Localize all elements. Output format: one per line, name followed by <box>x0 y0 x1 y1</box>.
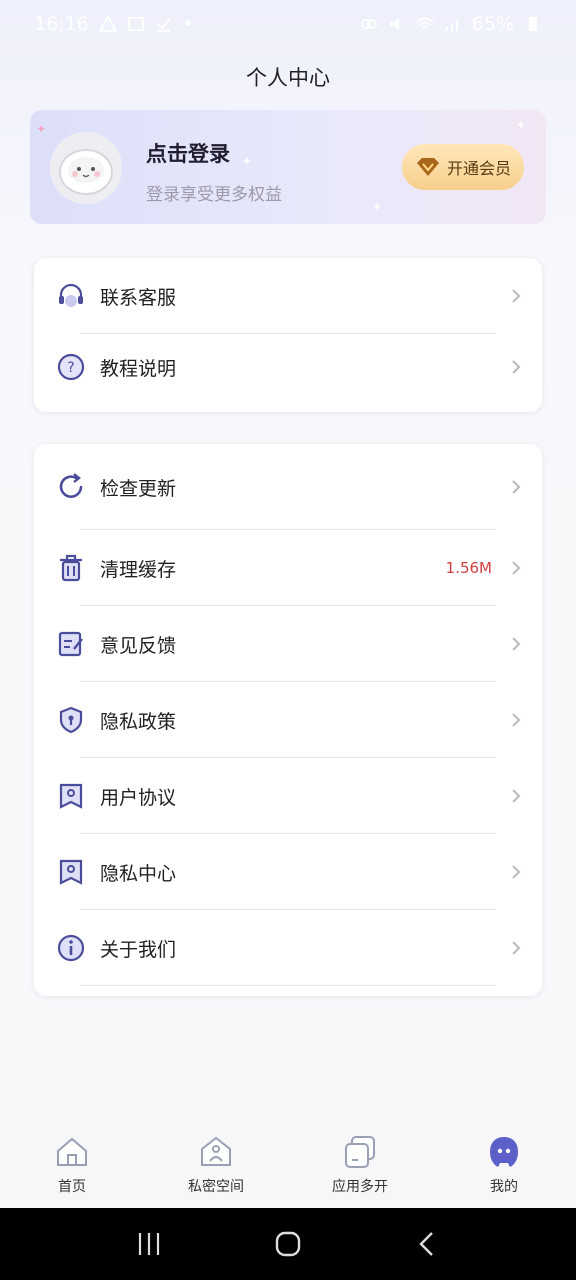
cache-size-value: 1.56M <box>445 559 492 577</box>
login-subtitle: 登录享受更多权益 <box>146 185 282 205</box>
bookmark-icon <box>59 783 83 809</box>
login-title[interactable]: 点击登录 <box>146 138 230 168</box>
chevron-right-icon <box>512 360 521 374</box>
mute-icon <box>389 18 399 30</box>
trash-icon <box>60 554 82 582</box>
avatar[interactable] <box>50 132 122 204</box>
sparkle-icon: ✦ <box>516 118 527 132</box>
status-bar: 16:16 • 65% <box>0 0 576 48</box>
download-done-icon <box>157 18 171 32</box>
support-menu-card: 联系客服 ? 教程说明 <box>34 258 542 412</box>
bottom-nav: 首页 私密空间 应用多开 我的 <box>0 1124 576 1208</box>
warning-icon <box>98 15 117 32</box>
nav-home[interactable]: 首页 <box>0 1124 144 1208</box>
menu-item-contact-support[interactable]: 联系客服 <box>34 258 542 334</box>
profile-card[interactable]: ✦ ✦ ✦ ✦ 点击登录 登录享受更多权益 开通会员 <box>30 110 546 224</box>
astronaut-avatar-icon <box>50 132 122 204</box>
chevron-right-icon <box>512 865 521 879</box>
chevron-right-icon <box>512 941 521 955</box>
refresh-icon <box>59 473 83 498</box>
wifi-icon <box>416 17 434 29</box>
private-space-icon <box>201 1136 231 1166</box>
menu-item-check-update[interactable]: 检查更新 <box>34 444 542 530</box>
headset-icon <box>59 283 83 307</box>
info-icon <box>57 934 85 962</box>
menu-item-label: 隐私政策 <box>100 710 177 733</box>
signal-icon <box>445 20 458 31</box>
chevron-right-icon <box>512 480 521 494</box>
notification-dot-icon: • <box>182 13 194 35</box>
bookmark-icon <box>59 859 83 885</box>
nav-label: 私密空间 <box>188 1179 244 1195</box>
settings-menu-card: 检查更新 清理缓存 1.56M 意见反馈 隐私政策 用户协议 隐私中心 关于我们 <box>34 444 542 996</box>
diamond-vip-icon <box>416 158 439 176</box>
nav-label: 我的 <box>490 1179 518 1195</box>
profile-icon <box>490 1137 518 1167</box>
menu-item-label: 意见反馈 <box>100 634 177 657</box>
menu-item-label: 用户协议 <box>100 786 177 809</box>
feedback-icon <box>58 631 83 657</box>
divider <box>80 985 496 986</box>
battery-percent: 65% <box>471 13 514 35</box>
menu-item-about-us[interactable]: 关于我们 <box>34 910 542 986</box>
menu-item-privacy-policy[interactable]: 隐私政策 <box>34 682 542 758</box>
system-nav-bar <box>0 1208 576 1280</box>
menu-item-label: 教程说明 <box>100 357 177 380</box>
status-time: 16:16 <box>34 13 89 35</box>
menu-item-label: 隐私中心 <box>100 862 177 885</box>
menu-item-privacy-center[interactable]: 隐私中心 <box>34 834 542 910</box>
nav-label: 应用多开 <box>332 1179 388 1195</box>
menu-item-feedback[interactable]: 意见反馈 <box>34 606 542 682</box>
menu-item-user-agreement[interactable]: 用户协议 <box>34 758 542 834</box>
menu-item-label: 关于我们 <box>100 938 177 961</box>
link-icon <box>360 19 377 29</box>
shield-icon <box>59 706 83 734</box>
page-title: 个人中心 <box>246 66 330 90</box>
vip-button-label: 开通会员 <box>446 159 511 178</box>
home-icon <box>57 1137 87 1166</box>
sparkle-icon: ✦ <box>242 154 253 168</box>
question-icon: ? <box>57 353 85 381</box>
menu-item-label: 联系客服 <box>100 286 177 309</box>
multi-app-icon <box>345 1136 375 1168</box>
menu-item-tutorial[interactable]: ? 教程说明 <box>34 334 542 400</box>
recent-apps-icon[interactable] <box>134 1229 164 1259</box>
menu-item-clear-cache[interactable]: 清理缓存 1.56M <box>34 530 542 606</box>
chevron-right-icon <box>512 637 521 651</box>
nav-mine[interactable]: 我的 <box>432 1124 576 1208</box>
home-button-icon[interactable] <box>273 1229 303 1259</box>
menu-item-label: 清理缓存 <box>100 558 177 581</box>
nav-multi-app[interactable]: 应用多开 <box>288 1124 432 1208</box>
nav-private-space[interactable]: 私密空间 <box>144 1124 288 1208</box>
sparkle-icon: ✦ <box>36 122 47 136</box>
menu-item-label: 检查更新 <box>100 477 177 500</box>
chevron-right-icon <box>512 713 521 727</box>
vip-button[interactable]: 开通会员 <box>402 144 524 190</box>
sparkle-icon: ✦ <box>372 200 383 214</box>
chevron-right-icon <box>512 789 521 803</box>
gallery-icon <box>127 17 144 31</box>
chevron-right-icon <box>512 561 521 575</box>
back-icon[interactable] <box>412 1229 442 1259</box>
nav-label: 首页 <box>58 1179 86 1195</box>
svg-text:?: ? <box>67 360 74 376</box>
chevron-right-icon <box>512 289 521 303</box>
battery-icon <box>529 17 537 31</box>
